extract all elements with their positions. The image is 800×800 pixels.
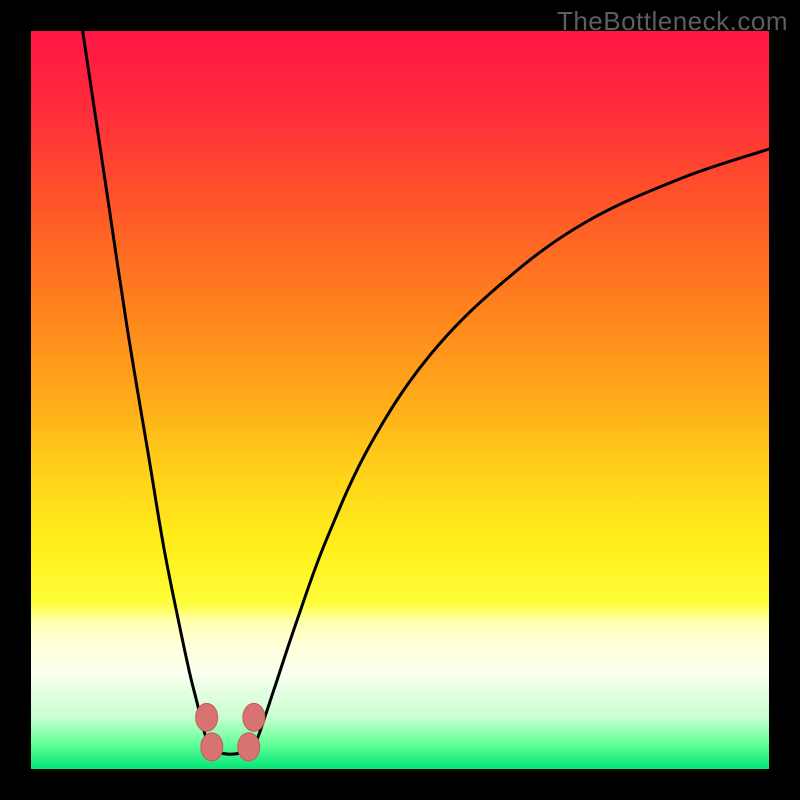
marker-point bbox=[201, 733, 223, 761]
outer-black-frame: TheBottleneck.com bbox=[0, 0, 800, 800]
gradient-background bbox=[31, 31, 769, 769]
bottleneck-chart bbox=[31, 31, 769, 769]
marker-point bbox=[238, 733, 260, 761]
watermark-text: TheBottleneck.com bbox=[557, 6, 788, 37]
marker-point bbox=[196, 703, 218, 731]
marker-point bbox=[243, 703, 265, 731]
